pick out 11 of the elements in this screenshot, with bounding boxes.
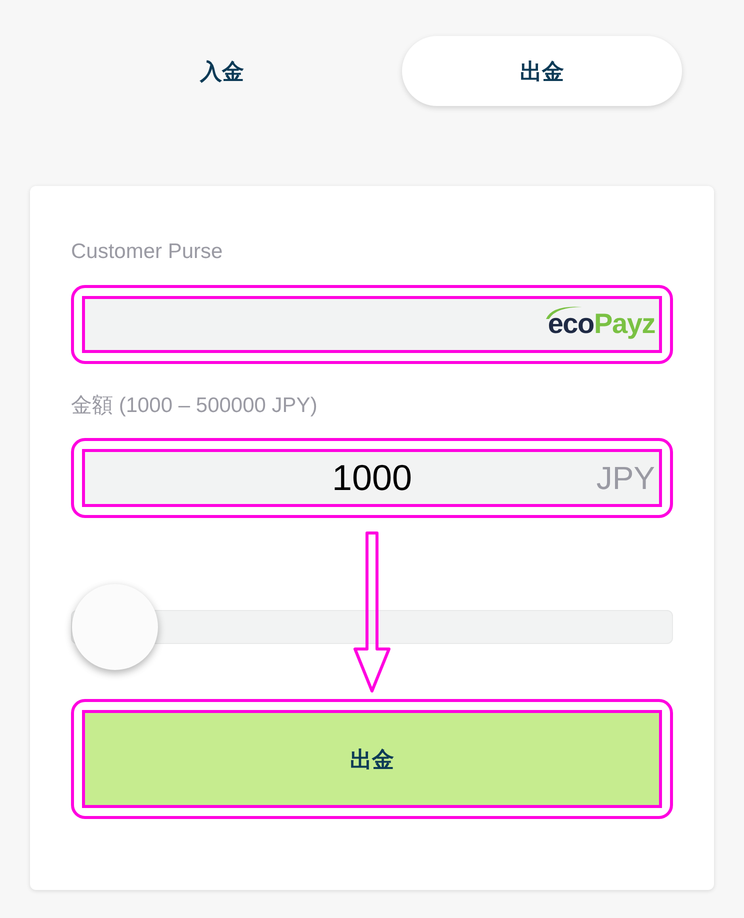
amount-field[interactable]: 1000 JPY [82,449,662,507]
logo: ecoPayz [548,303,655,345]
tab[interactable]: 入金 [82,36,362,106]
amount-value: 1000 [332,456,412,500]
currency-label: JPY [596,459,655,498]
withdraw-button[interactable]: 出金 [82,710,662,808]
purse-field[interactable]: ecoPayz [82,296,662,352]
field-label: Customer Purse [71,239,224,265]
slider-thumb[interactable] [72,584,158,670]
field-label: 金額 (1000 – 500000 JPY) [71,392,318,418]
tab[interactable]: 出金 [402,36,682,106]
